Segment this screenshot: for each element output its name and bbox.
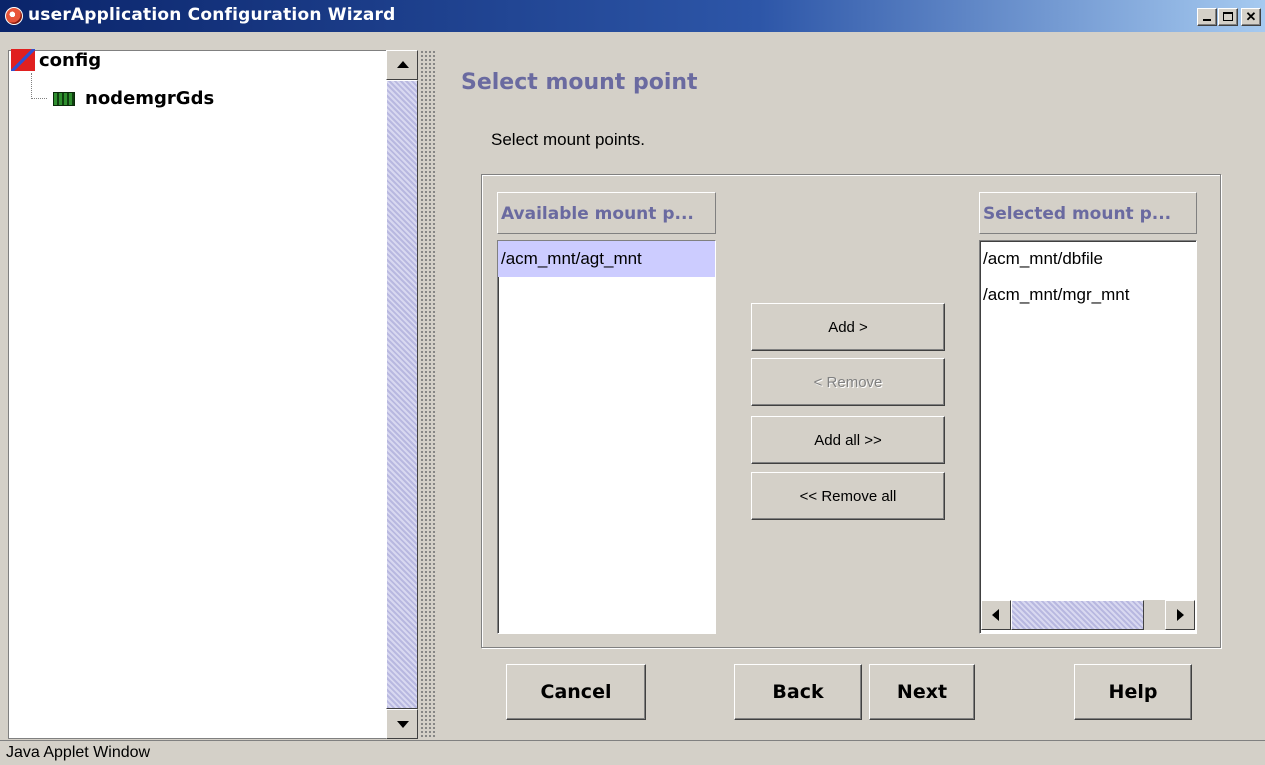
selected-list-hscrollbar[interactable]: [981, 600, 1195, 630]
available-list-header: Available mount p...: [497, 192, 716, 234]
title-bar: userApplication Configuration Wizard ✕: [0, 0, 1265, 32]
config-icon: [11, 49, 35, 71]
page-title: Select mount point: [461, 70, 698, 95]
tree-node-label: nodemgrGds: [85, 88, 215, 109]
selected-list-header: Selected mount p...: [979, 192, 1197, 234]
close-icon: ✕: [1245, 9, 1257, 24]
available-list[interactable]: /acm_mnt/agt_mnt: [497, 240, 716, 634]
node-icon: [53, 91, 75, 106]
maximize-button[interactable]: [1218, 8, 1238, 26]
selected-list[interactable]: /acm_mnt/dbfile /acm_mnt/mgr_mnt: [979, 240, 1197, 634]
scroll-left-icon[interactable]: [981, 600, 1011, 630]
list-item[interactable]: /acm_mnt/dbfile: [980, 241, 1196, 277]
cancel-button[interactable]: Cancel: [506, 664, 646, 720]
scroll-up-icon[interactable]: [386, 50, 418, 80]
window-title: userApplication Configuration Wizard: [28, 5, 396, 25]
status-bar: Java Applet Window: [0, 740, 1265, 765]
list-item[interactable]: /acm_mnt/agt_mnt: [498, 241, 715, 277]
tree-panel: config nodemgrGds: [8, 49, 386, 739]
tree-connector: [31, 73, 47, 99]
tree-node-nodemgrgds[interactable]: nodemgrGds: [53, 88, 214, 109]
remove-button[interactable]: < Remove: [751, 358, 945, 406]
next-button[interactable]: Next: [869, 664, 975, 720]
add-all-button[interactable]: Add all >>: [751, 416, 945, 464]
app-icon: [5, 7, 23, 25]
tree-node-label: config: [39, 49, 102, 71]
scroll-right-icon[interactable]: [1165, 600, 1195, 630]
splitter-handle[interactable]: [420, 50, 436, 739]
scroll-down-icon[interactable]: [386, 709, 418, 739]
scrollbar-thumb[interactable]: [1011, 600, 1144, 630]
tree-node-config[interactable]: config: [11, 49, 101, 71]
remove-all-button[interactable]: << Remove all: [751, 472, 945, 520]
minimize-icon: [1203, 19, 1211, 21]
help-button[interactable]: Help: [1074, 664, 1192, 720]
minimize-button[interactable]: [1197, 8, 1217, 26]
scrollbar-thumb[interactable]: [386, 80, 418, 709]
instruction-text: Select mount points.: [491, 130, 646, 149]
tree-scrollbar[interactable]: [386, 50, 418, 739]
close-button[interactable]: ✕: [1241, 8, 1261, 26]
list-item[interactable]: /acm_mnt/mgr_mnt: [980, 277, 1196, 313]
maximize-icon: [1223, 12, 1233, 21]
add-button[interactable]: Add >: [751, 303, 945, 351]
back-button[interactable]: Back: [734, 664, 862, 720]
